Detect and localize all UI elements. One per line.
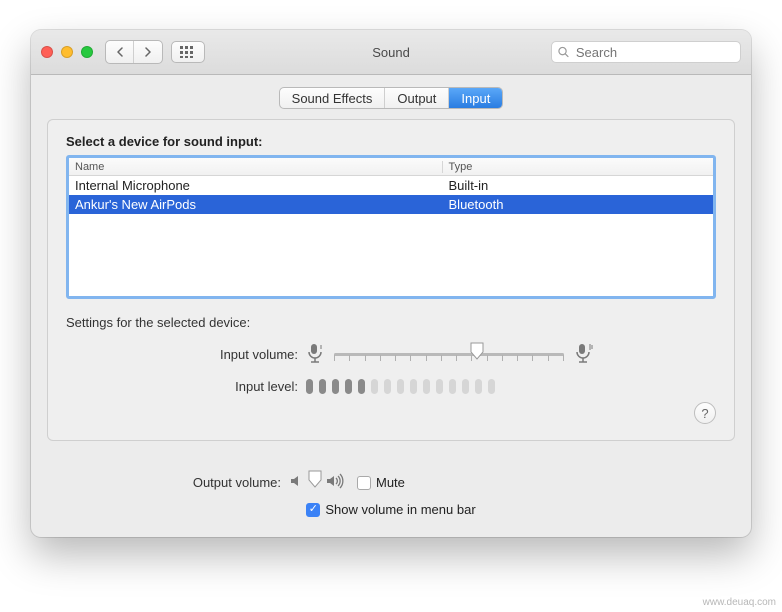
show-volume-menubar-checkbox[interactable]: ✓ Show volume in menu bar [306, 502, 475, 517]
microphone-loud-icon [574, 342, 594, 367]
mute-label: Mute [376, 475, 405, 490]
device-name: Ankur's New AirPods [69, 197, 443, 212]
input-volume-label: Input volume: [66, 347, 306, 362]
table-body: Internal Microphone Built-in Ankur's New… [69, 176, 713, 214]
microphone-quiet-icon [306, 342, 324, 367]
level-segment [475, 379, 482, 394]
level-segment [371, 379, 378, 394]
level-segment [397, 379, 404, 394]
footer: Output volume: Mute [31, 461, 751, 537]
help-button[interactable]: ? [694, 402, 716, 424]
show-all-button[interactable] [171, 41, 205, 63]
device-name: Internal Microphone [69, 178, 443, 193]
level-segment [423, 379, 430, 394]
mute-checkbox[interactable]: Mute [357, 475, 405, 490]
column-name[interactable]: Name [69, 161, 443, 173]
level-segment [488, 379, 495, 394]
input-pane: Select a device for sound input: Name Ty… [47, 119, 735, 441]
output-volume-row: Output volume: Mute [47, 473, 735, 492]
slider-thumb[interactable] [470, 342, 484, 360]
slider-thumb[interactable] [308, 470, 322, 488]
level-segment [462, 379, 469, 394]
search-input[interactable] [574, 44, 734, 61]
level-segment [306, 379, 313, 394]
search-field[interactable] [551, 41, 741, 63]
sound-preferences-window: Sound Sound Effects Output Input Select … [31, 30, 751, 537]
select-device-heading: Select a device for sound input: [66, 134, 716, 149]
table-row[interactable]: Internal Microphone Built-in [69, 176, 713, 195]
table-row[interactable]: Ankur's New AirPods Bluetooth [69, 195, 713, 214]
device-type: Bluetooth [443, 197, 713, 212]
close-window-button[interactable] [41, 46, 53, 58]
show-volume-label: Show volume in menu bar [325, 502, 475, 517]
table-header: Name Type [69, 158, 713, 176]
minimize-window-button[interactable] [61, 46, 73, 58]
speaker-quiet-icon [289, 473, 305, 492]
tab-sound-effects[interactable]: Sound Effects [280, 88, 386, 108]
tab-output[interactable]: Output [385, 88, 449, 108]
level-segment [319, 379, 326, 394]
window-titlebar: Sound [31, 30, 751, 75]
input-device-table[interactable]: Name Type Internal Microphone Built-in A… [66, 155, 716, 299]
settings-heading: Settings for the selected device: [66, 315, 716, 330]
forward-button[interactable] [134, 41, 162, 63]
level-segment [332, 379, 339, 394]
checkbox-box[interactable]: ✓ [306, 503, 320, 517]
level-segment [384, 379, 391, 394]
input-volume-slider[interactable] [334, 346, 564, 364]
speaker-loud-icon [325, 473, 347, 492]
input-level-row: Input level: [66, 379, 716, 394]
level-segment [410, 379, 417, 394]
level-segment [436, 379, 443, 394]
device-type: Built-in [443, 178, 713, 193]
input-level-meter [306, 379, 495, 394]
output-volume-label: Output volume: [47, 475, 289, 490]
nav-back-forward [105, 40, 163, 64]
tabs-row: Sound Effects Output Input [31, 75, 751, 119]
tab-input[interactable]: Input [449, 88, 502, 108]
level-segment [345, 379, 352, 394]
watermark: www.deuaq.com [703, 597, 776, 608]
zoom-window-button[interactable] [81, 46, 93, 58]
level-segment [358, 379, 365, 394]
level-segment [449, 379, 456, 394]
input-level-label: Input level: [66, 379, 306, 394]
checkbox-box[interactable] [357, 476, 371, 490]
search-icon [558, 46, 569, 58]
input-volume-row: Input volume: [66, 342, 716, 367]
column-type[interactable]: Type [443, 161, 713, 173]
window-controls [41, 46, 93, 58]
sound-tabs: Sound Effects Output Input [279, 87, 504, 109]
back-button[interactable] [106, 41, 134, 63]
